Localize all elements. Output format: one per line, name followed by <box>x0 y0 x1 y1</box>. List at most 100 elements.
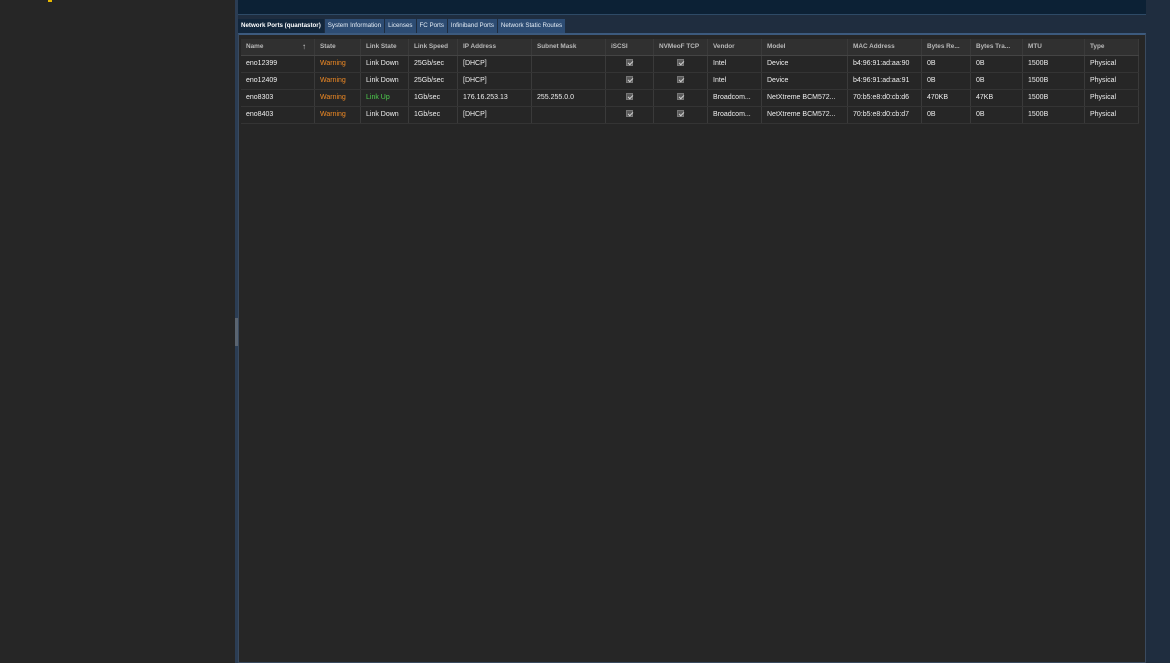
column-header-ip-address[interactable]: IP Address <box>458 39 532 55</box>
grid-header-row: Name ↑ State Link State Link Speed IP Address… <box>241 39 1139 56</box>
cell-iscsi <box>606 56 654 72</box>
cell-bytes-transmitted: 0B <box>971 56 1023 72</box>
cell-mtu: 1500B <box>1023 73 1085 89</box>
cell-type: Physical <box>1085 56 1139 72</box>
cell-mac-address: 70:b5:e8:d0:cb:d7 <box>848 107 922 123</box>
cell-nvmeof-tcp <box>654 107 708 123</box>
cell-link-state: Link Down <box>361 73 409 89</box>
cell-name: eno8303 <box>241 90 315 106</box>
checkbox-checked-icon[interactable] <box>677 58 684 66</box>
table-row[interactable]: eno12409 Warning Link Down 25Gb/sec [DHCP] In… <box>241 73 1139 90</box>
cell-model: Device <box>762 73 848 89</box>
cell-state: Warning <box>315 73 361 89</box>
cell-subnet-mask <box>532 56 606 72</box>
cell-mtu: 1500B <box>1023 56 1085 72</box>
cell-nvmeof-tcp <box>654 73 708 89</box>
tab-strip: Network Ports (quantastor) System Inform… <box>238 18 1146 33</box>
cell-mac-address: 70:b5:e8:d0:cb:d6 <box>848 90 922 106</box>
cell-mac-address: b4:96:91:ad:aa:91 <box>848 73 922 89</box>
column-header-mac-address[interactable]: MAC Address <box>848 39 922 55</box>
column-header-vendor[interactable]: Vendor <box>708 39 762 55</box>
cell-link-speed: 1Gb/sec <box>409 107 458 123</box>
cell-iscsi <box>606 107 654 123</box>
sort-ascending-icon[interactable]: ↑ <box>302 39 306 55</box>
cell-link-state: Link Up <box>361 90 409 106</box>
cell-model: Device <box>762 56 848 72</box>
column-header-type[interactable]: Type <box>1085 39 1139 55</box>
column-header-bytes-received[interactable]: Bytes Re... <box>922 39 971 55</box>
top-bar <box>238 0 1146 15</box>
network-ports-panel: Name ↑ State Link State Link Speed IP Address… <box>238 33 1146 663</box>
cell-mtu: 1500B <box>1023 90 1085 106</box>
cell-vendor: Broadcom... <box>708 90 762 106</box>
cell-model: NetXtreme BCM572... <box>762 107 848 123</box>
tab-fc-ports[interactable]: FC Ports <box>416 19 447 33</box>
left-navigation-panel <box>0 0 236 663</box>
cell-mtu: 1500B <box>1023 107 1085 123</box>
cell-type: Physical <box>1085 107 1139 123</box>
column-header-mtu[interactable]: MTU <box>1023 39 1085 55</box>
checkbox-checked-icon[interactable] <box>677 75 684 83</box>
cell-vendor: Intel <box>708 56 762 72</box>
column-header-iscsi[interactable]: iSCSI <box>606 39 654 55</box>
cell-nvmeof-tcp <box>654 56 708 72</box>
column-header-subnet-mask[interactable]: Subnet Mask <box>532 39 606 55</box>
cell-ip-address: [DHCP] <box>458 107 532 123</box>
column-header-state[interactable]: State <box>315 39 361 55</box>
cell-type: Physical <box>1085 73 1139 89</box>
cell-nvmeof-tcp <box>654 90 708 106</box>
cell-model: NetXtreme BCM572... <box>762 90 848 106</box>
cell-vendor: Broadcom... <box>708 107 762 123</box>
column-header-model[interactable]: Model <box>762 39 848 55</box>
network-ports-grid: Name ↑ State Link State Link Speed IP Address… <box>241 39 1139 124</box>
table-row[interactable]: eno12399 Warning Link Down 25Gb/sec [DHCP] In… <box>241 56 1139 73</box>
cell-iscsi <box>606 73 654 89</box>
cell-link-state: Link Down <box>361 107 409 123</box>
tree-selection-marker <box>48 0 52 2</box>
checkbox-checked-icon[interactable] <box>626 58 633 66</box>
checkbox-checked-icon[interactable] <box>677 109 684 117</box>
column-header-link-state[interactable]: Link State <box>361 39 409 55</box>
cell-ip-address: [DHCP] <box>458 56 532 72</box>
cell-bytes-received: 0B <box>922 107 971 123</box>
cell-state: Warning <box>315 107 361 123</box>
checkbox-checked-icon[interactable] <box>677 92 684 100</box>
cell-state: Warning <box>315 56 361 72</box>
cell-bytes-received: 0B <box>922 73 971 89</box>
tab-infiniband-ports[interactable]: Infiniband Ports <box>447 19 497 33</box>
column-header-nvmeof-tcp[interactable]: NVMeoF TCP <box>654 39 708 55</box>
checkbox-checked-icon[interactable] <box>626 109 633 117</box>
cell-iscsi <box>606 90 654 106</box>
cell-name: eno8403 <box>241 107 315 123</box>
cell-link-speed: 1Gb/sec <box>409 90 458 106</box>
cell-link-speed: 25Gb/sec <box>409 56 458 72</box>
cell-ip-address: 176.16.253.13 <box>458 90 532 106</box>
cell-vendor: Intel <box>708 73 762 89</box>
cell-link-speed: 25Gb/sec <box>409 73 458 89</box>
column-header-bytes-transmitted[interactable]: Bytes Tra... <box>971 39 1023 55</box>
column-header-link-speed[interactable]: Link Speed <box>409 39 458 55</box>
cell-link-state: Link Down <box>361 56 409 72</box>
cell-subnet-mask <box>532 73 606 89</box>
cell-bytes-transmitted: 0B <box>971 73 1023 89</box>
cell-subnet-mask: 255.255.0.0 <box>532 90 606 106</box>
checkbox-checked-icon[interactable] <box>626 75 633 83</box>
cell-name: eno12399 <box>241 56 315 72</box>
cell-bytes-transmitted: 47KB <box>971 90 1023 106</box>
cell-name: eno12409 <box>241 73 315 89</box>
tab-network-ports[interactable]: Network Ports (quantastor) <box>238 19 324 33</box>
tab-system-information[interactable]: System Information <box>324 19 385 33</box>
column-header-name[interactable]: Name ↑ <box>241 39 315 55</box>
table-row[interactable]: eno8303 Warning Link Up 1Gb/sec 176.16.253.1… <box>241 90 1139 107</box>
cell-bytes-received: 470KB <box>922 90 971 106</box>
cell-ip-address: [DHCP] <box>458 73 532 89</box>
tab-licenses[interactable]: Licenses <box>385 19 416 33</box>
cell-bytes-transmitted: 0B <box>971 107 1023 123</box>
cell-state: Warning <box>315 90 361 106</box>
checkbox-checked-icon[interactable] <box>626 92 633 100</box>
right-edge <box>1146 0 1170 663</box>
table-row[interactable]: eno8403 Warning Link Down 1Gb/sec [DHCP] Broa… <box>241 107 1139 124</box>
grid-body: eno12399 Warning Link Down 25Gb/sec [DHCP] In… <box>241 56 1139 124</box>
tab-network-static-routes[interactable]: Network Static Routes <box>497 19 566 33</box>
cell-bytes-received: 0B <box>922 56 971 72</box>
